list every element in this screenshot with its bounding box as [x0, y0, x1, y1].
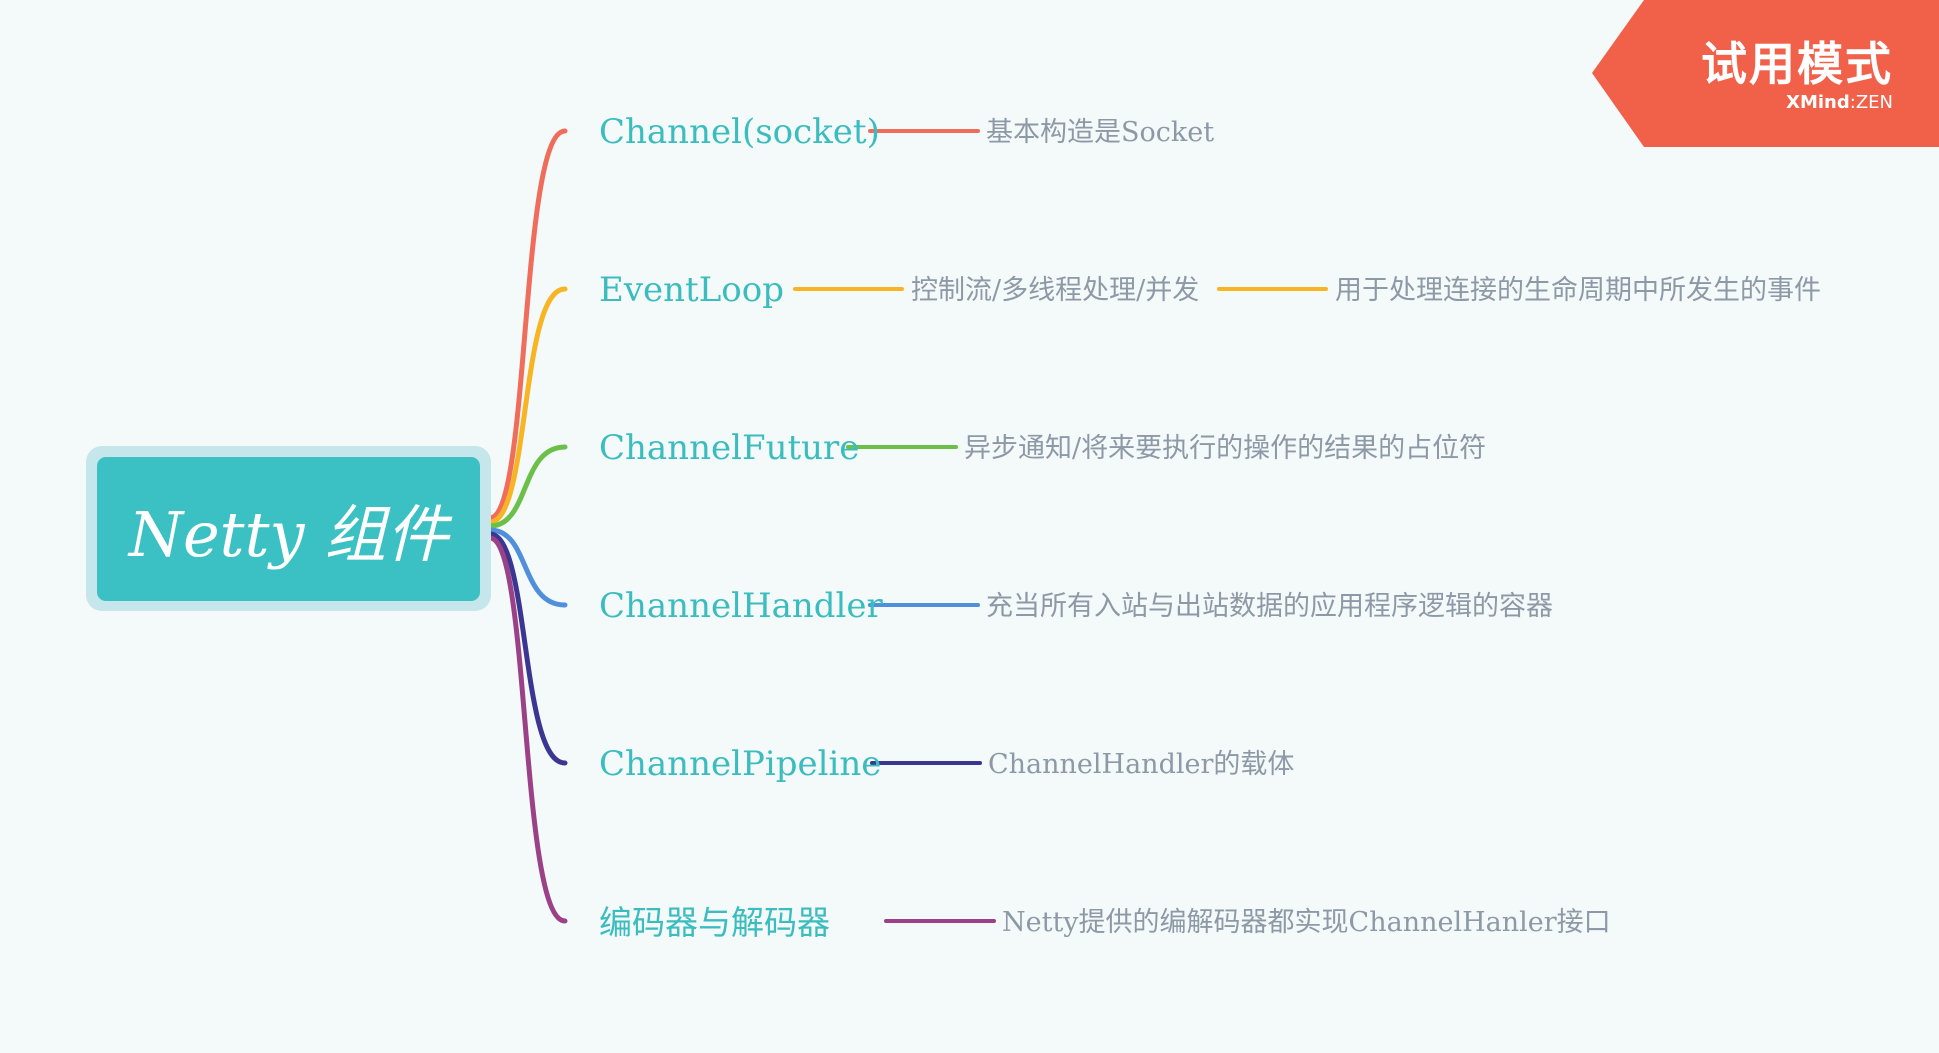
xmind-edition: :ZEN [1849, 92, 1893, 113]
branch-topic-channelhandler[interactable]: ChannelHandler [599, 589, 883, 623]
subtopic-channel-1[interactable]: 基本构造是Socket [986, 119, 1214, 146]
branch-connector-0 [487, 128, 568, 521]
subtopic-eventloop-1[interactable]: 控制流/多线程处理/并发 [911, 277, 1199, 304]
subtopic-channelhandler-1[interactable]: 充当所有入站与出站数据的应用程序逻辑的容器 [986, 593, 1553, 620]
subtopic-channelfuture-1[interactable]: 异步通知/将来要执行的操作的结果的占位符 [964, 435, 1486, 462]
branch-topic-codec[interactable]: 编码器与解码器 [599, 906, 830, 939]
branch-connector-5 [487, 535, 568, 924]
branch-topic-channel[interactable]: Channel(socket) [599, 115, 880, 149]
subtopic-channelpipeline-1[interactable]: ChannelHandler的载体 [988, 751, 1294, 778]
xmind-brand: XMind [1786, 92, 1850, 113]
root-topic[interactable]: Netty 组件 [97, 457, 480, 601]
trial-mode-badge[interactable]: 试用模式 XMind:ZEN [1592, 0, 1939, 147]
branch-topic-channelpipeline[interactable]: ChannelPipeline [599, 747, 881, 781]
trial-mode-title: 试用模式 [1701, 37, 1893, 91]
xmind-logo: XMind:ZEN [1786, 92, 1893, 113]
subtopic-eventloop-2[interactable]: 用于处理连接的生命周期中所发生的事件 [1335, 277, 1821, 304]
branch-topic-channelfuture[interactable]: ChannelFuture [599, 431, 859, 465]
subtopic-codec-1[interactable]: Netty提供的编解码器都实现ChannelHanler接口 [1002, 909, 1611, 936]
branch-topic-eventloop[interactable]: EventLoop [599, 273, 784, 307]
